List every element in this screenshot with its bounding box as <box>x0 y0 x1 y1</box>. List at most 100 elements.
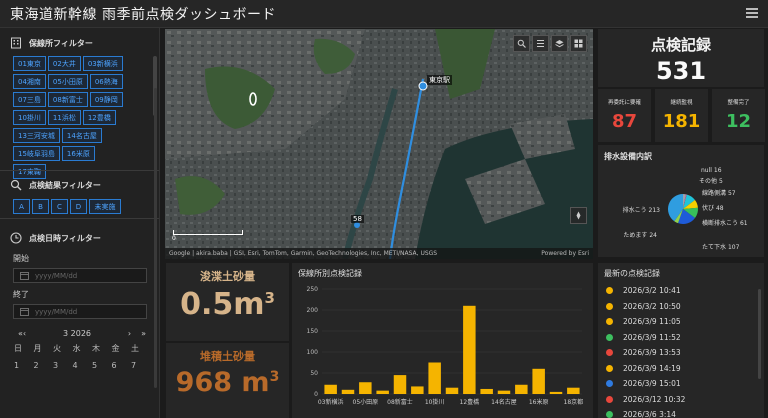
office-chip[interactable]: 13三河安城 <box>13 128 60 143</box>
kpi-value: 87 <box>611 111 638 132</box>
bar[interactable] <box>532 368 545 394</box>
bar[interactable] <box>428 362 441 395</box>
calendar-icon <box>20 308 29 316</box>
bar[interactable] <box>359 382 372 394</box>
office-chip[interactable]: 07三島 <box>13 92 46 107</box>
latest-record-item[interactable]: 2026/3/2 10:50 <box>598 299 764 315</box>
page-title: 東海道新幹線 雨季前点検ダッシュボード <box>10 6 276 23</box>
bar[interactable] <box>515 384 528 394</box>
office-filter-header: 保線所フィルター <box>0 30 150 56</box>
office-chip[interactable]: 04湘南 <box>13 74 46 89</box>
office-chip[interactable]: 12豊橋 <box>82 110 116 125</box>
kpi-label: 継続監視 <box>670 100 693 106</box>
result-chip[interactable]: A <box>13 199 30 214</box>
next-month-icon[interactable]: › <box>128 329 131 338</box>
drainage-breakdown-card: 排水設備内訳 null 16 その他 5 線路側溝 57 伏び 48 横断排水こう 61… <box>598 145 764 257</box>
office-chip[interactable]: 11浜松 <box>47 110 81 125</box>
latest-record-item[interactable]: 2026/3/9 11:52 <box>598 330 764 346</box>
office-chip-list: 01東京 02大井 03新横浜 04湘南 05小田原 06熱海 07三島 08新富士 09静岡 1… <box>0 56 136 180</box>
satellite-map <box>165 29 593 259</box>
latest-record-item[interactable]: 2026/3/9 15:01 <box>598 376 764 392</box>
weekday-label: 土 <box>131 344 139 353</box>
latest-record-item[interactable]: 2026/3/6 3:14 <box>598 407 764 418</box>
office-chip[interactable]: 08新富士 <box>47 92 88 107</box>
office-chip[interactable]: 01東京 <box>13 56 46 71</box>
result-chip[interactable]: B <box>32 199 49 214</box>
office-chip[interactable]: 15岐阜羽島 <box>13 146 60 161</box>
bar[interactable] <box>463 305 476 394</box>
hamburger-menu-icon[interactable] <box>746 8 758 18</box>
pie-label: 伏び 48 <box>702 204 724 212</box>
map-basemap-icon[interactable] <box>570 35 587 52</box>
result-chip[interactable]: D <box>70 199 87 214</box>
date-filter: 点検日時フィルター 開始 yyyy/MM/dd 終了 yyyy/MM/dd « … <box>0 225 159 374</box>
last-page-icon[interactable]: » <box>141 329 146 338</box>
pie-label: 線路側溝 57 <box>702 189 736 197</box>
search-icon <box>10 179 22 191</box>
calendar-day[interactable]: 5 <box>92 357 112 374</box>
bar[interactable] <box>341 389 355 394</box>
dredge-volume-card: 浚渫土砂量 0.5m3 <box>166 263 289 341</box>
result-chip[interactable]: 未実施 <box>89 199 121 214</box>
map-code-label: 58 <box>351 215 364 223</box>
pie-label-value: 107 <box>728 244 740 251</box>
calendar-day[interactable]: 3 <box>53 357 73 374</box>
pie-label-value: 61 <box>740 220 748 227</box>
office-chip[interactable]: 10掛川 <box>13 110 46 125</box>
map-search-icon[interactable] <box>513 35 530 52</box>
calendar-day[interactable]: 6 <box>112 357 132 374</box>
office-chip[interactable]: 09静岡 <box>89 92 123 107</box>
calendar-day[interactable]: 1 <box>14 357 34 374</box>
office-chip[interactable]: 03新横浜 <box>82 56 123 71</box>
office-chip[interactable]: 16米原 <box>61 146 95 161</box>
start-date-input[interactable]: yyyy/MM/dd <box>13 268 147 283</box>
bar[interactable] <box>324 384 337 394</box>
calendar-day[interactable]: 4 <box>73 357 93 374</box>
record-date: 2026/3/9 14:19 <box>623 363 681 373</box>
map-view[interactable]: 東京駅 58 0 Google | akira.baba | GSI, Esri… <box>165 29 593 259</box>
bar[interactable] <box>376 390 389 394</box>
latest-record-item[interactable]: 2026/3/2 10:41 <box>598 283 764 299</box>
pie-label-name: 排水こう <box>623 206 647 214</box>
calendar-day[interactable]: 2 <box>34 357 54 374</box>
bar[interactable] <box>567 387 580 394</box>
kpi-value: 181 <box>662 111 701 132</box>
pie-label-value: 5 <box>719 178 723 185</box>
bar[interactable] <box>445 387 459 394</box>
y-tick-label: 0 <box>314 391 318 398</box>
office-chip[interactable]: 05小田原 <box>47 74 88 89</box>
bar[interactable] <box>549 391 563 394</box>
bar[interactable] <box>411 386 424 394</box>
latest-record-item[interactable]: 2026/3/9 11:05 <box>598 314 764 330</box>
pie-label-value: 213 <box>649 207 661 214</box>
office-filter: 保線所フィルター 01東京 02大井 03新横浜 04湘南 05小田原 06熱海 07三島 0… <box>0 30 150 180</box>
pie-label: その他 5 <box>699 177 723 185</box>
office-chip[interactable]: 14名古屋 <box>61 128 102 143</box>
bar[interactable] <box>497 390 511 394</box>
latest-list-scrollbar[interactable] <box>758 289 761 379</box>
latest-record-item[interactable]: 2026/3/12 10:32 <box>598 392 764 408</box>
map-layers-icon[interactable] <box>551 35 568 52</box>
end-date-input[interactable]: yyyy/MM/dd <box>13 304 147 319</box>
latest-record-item[interactable]: 2026/3/9 14:19 <box>598 361 764 377</box>
dredge-volume-number: 0.5m <box>180 287 265 322</box>
end-date-placeholder: yyyy/MM/dd <box>35 307 78 316</box>
panel-scrollbar[interactable] <box>154 88 157 388</box>
y-tick-label: 100 <box>307 349 319 356</box>
office-chip[interactable]: 06熱海 <box>89 74 123 89</box>
office-chip[interactable]: 02大井 <box>47 56 81 71</box>
pie-label: ためます 24 <box>623 232 657 239</box>
bar[interactable] <box>393 375 407 394</box>
map-legend-icon[interactable] <box>532 35 549 52</box>
pie-label-name: 線路側溝 <box>702 189 726 197</box>
weekday-label: 木 <box>92 344 100 353</box>
calendar-day[interactable]: 7 <box>131 357 151 374</box>
map-compass-icon[interactable] <box>570 207 587 224</box>
station-label: 東京駅 <box>427 75 452 85</box>
dredge-unit-sup: 3 <box>264 289 275 307</box>
latest-records-list: 2026/3/2 10:41 2026/3/2 10:50 2026/3/9 11:… <box>598 283 764 418</box>
bar[interactable] <box>480 388 493 394</box>
result-chip[interactable]: C <box>51 199 68 214</box>
x-tick-label: 18京都 <box>564 398 584 406</box>
latest-record-item[interactable]: 2026/3/9 13:53 <box>598 345 764 361</box>
